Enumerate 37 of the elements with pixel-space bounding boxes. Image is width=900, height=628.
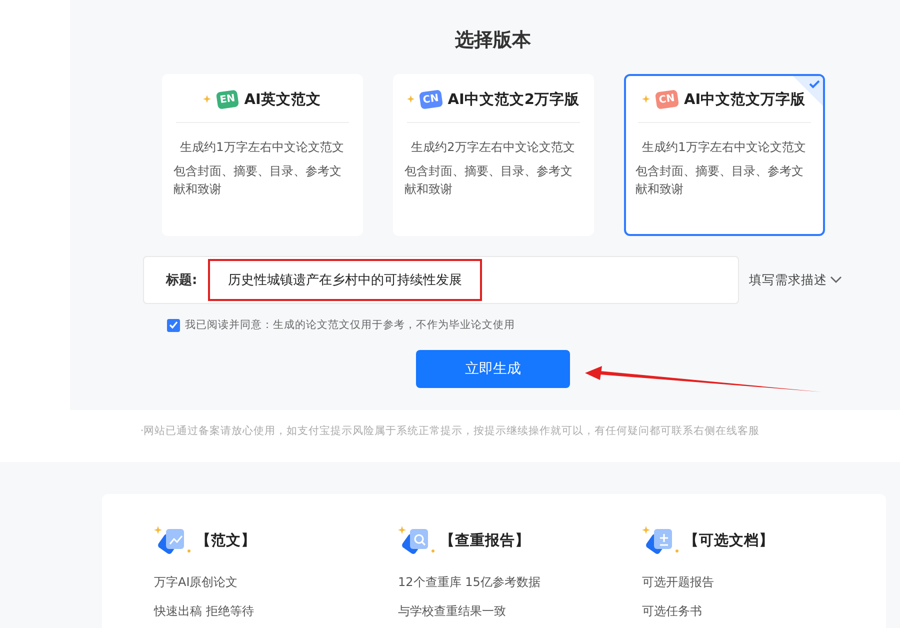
feature-text: 与学校查重结果一致 xyxy=(398,603,507,620)
title-input[interactable]: 标题: 历史性城镇遗产在乡村中的可持续性发展 xyxy=(143,256,739,304)
card-title: AI英文范文 xyxy=(244,90,321,108)
feature-title: 【可选文档】 xyxy=(684,532,774,550)
language-badge: CN xyxy=(655,89,680,109)
card-title: AI中文范文2万字版 xyxy=(448,90,580,108)
card-title: AI中文范文万字版 xyxy=(684,90,806,108)
sparkle-icon xyxy=(642,95,650,103)
card-description: 生成约2万字左右中文论文范文 xyxy=(410,139,576,156)
card-description: 生成约1万字左右中文论文范文 xyxy=(179,139,345,156)
card-description: 包含封面、摘要、目录、参考文献和致谢 xyxy=(404,163,574,198)
sparkle-icon xyxy=(203,95,212,103)
notice-text: ·网站已通过备案请放心使用，如支付宝提示风险属于系统正常提示，按提示继续操作就可以，有任何疑问都可联系右侧在线客服 xyxy=(139,424,761,439)
language-badge: EN xyxy=(216,89,240,109)
agreement-checkbox[interactable] xyxy=(167,318,180,332)
card-description: 包含封面、摘要、目录、参考文献和致谢 xyxy=(172,163,342,198)
agreement-text: 我已阅读并同意：生成的论文范文仅用于参考，不作为毕业论文使用 xyxy=(185,318,515,332)
field-label: 标题: xyxy=(166,272,198,289)
feature-text: 12个查重库 15亿参考数据 xyxy=(398,574,542,591)
feature-text: 快速出稿 拒绝等待 xyxy=(154,603,255,620)
version-card[interactable]: CN AI中文范文万字版 生成约1万字左右中文论文范文 包含封面、摘要、目录、参考文献和致谢 xyxy=(624,74,824,236)
version-card[interactable]: EN AI英文范文 生成约1万字左右中文论文范文 包含封面、摘要、目录、参考文献和致谢 xyxy=(162,74,362,236)
version-card[interactable]: CN AI中文范文2万字版 生成约2万字左右中文论文范文 包含封面、摘要、目录、参考文献和致谢 xyxy=(392,74,594,236)
describe-toggle[interactable]: 填写需求描述 xyxy=(749,272,842,288)
field-value: 历史性城镇遗产在乡村中的可持续性发展 xyxy=(208,259,482,301)
generate-button[interactable]: 立即生成 xyxy=(416,350,570,388)
chevron-icon xyxy=(830,276,842,284)
language-badge: CN xyxy=(418,89,443,109)
section-heading: 选择版本 xyxy=(455,28,531,53)
feature-text: 可选任务书 xyxy=(642,603,703,620)
sparkle-icon xyxy=(406,95,414,103)
feature-text: 可选开题报告 xyxy=(642,574,715,591)
card-description: 生成约1万字左右中文论文范文 xyxy=(641,139,807,156)
feature-title: 【查重报告】 xyxy=(440,532,530,550)
feature-text: 万字AI原创论文 xyxy=(154,574,239,591)
card-description: 包含封面、摘要、目录、参考文献和致谢 xyxy=(634,163,804,198)
feature-title: 【范文】 xyxy=(196,532,256,550)
